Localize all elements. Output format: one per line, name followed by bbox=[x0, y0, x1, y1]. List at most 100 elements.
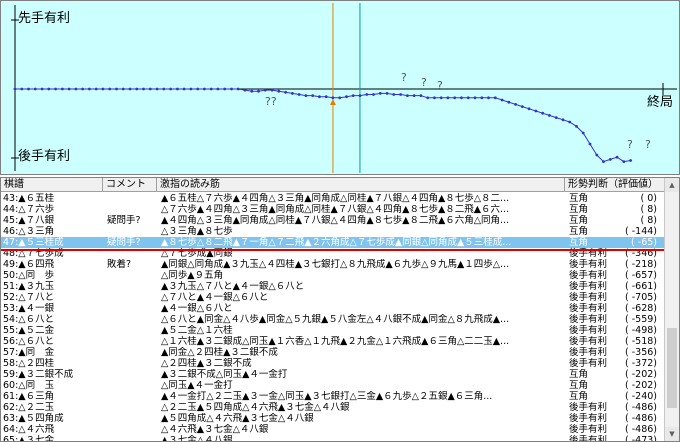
row-judgement: 後手有利 bbox=[569, 413, 608, 424]
row-move: 53:▲４一銀 bbox=[3, 303, 55, 314]
dubious-move-mark: ? bbox=[437, 79, 443, 92]
table-row[interactable]: 47:▲５三桂成 疑問手? ▲８七歩△８二飛▲７一角△７二飛▲２六角成△７七歩成▲同… bbox=[1, 237, 665, 248]
table-row[interactable]: 65:▲３七金 ▲３七金△４八銀 後手有利 ( -473) bbox=[1, 435, 665, 442]
row-move: 47:▲５三桂成 bbox=[3, 237, 64, 248]
row-reading: ▲４一金打△２二玉▲３一金△同玉▲３七銀打△三金▲６九歩△２五銀▲６三角... bbox=[161, 391, 493, 402]
row-judgement: 後手有利 bbox=[569, 314, 608, 325]
current-move-line bbox=[1, 249, 665, 251]
table-row[interactable]: 57:▲同 金 ▲同金△２四桂▲３二銀不成 後手有利 ( -356) bbox=[1, 347, 665, 358]
table-row[interactable]: 55:▲５二金 ▲５二金△１六桂 後手有利 ( -498) bbox=[1, 325, 665, 336]
table-row[interactable]: 53:▲４一銀 ▲４一銀△６八と 後手有利 ( -628) bbox=[1, 303, 665, 314]
evaluation-point bbox=[446, 96, 450, 100]
evaluation-point bbox=[629, 159, 632, 162]
table-row[interactable]: 60:△同 玉 △同玉▲４一金打 互角 ( -202) bbox=[1, 380, 665, 391]
row-value: ( -218) bbox=[625, 259, 657, 270]
row-judgement: 後手有利 bbox=[569, 358, 608, 369]
row-judgement: 互角 bbox=[569, 391, 589, 402]
evaluation-point bbox=[121, 87, 125, 91]
row-comment bbox=[105, 325, 157, 336]
row-value: ( -657) bbox=[625, 270, 657, 281]
evaluation-point bbox=[162, 87, 166, 91]
evaluation-point bbox=[480, 96, 484, 100]
scroll-up-arrow-icon[interactable]: ▲ bbox=[665, 178, 679, 192]
evaluation-point bbox=[128, 87, 132, 91]
evaluation-point bbox=[460, 96, 463, 100]
table-row[interactable]: 52:△７八と △７八と▲４一銀△６八と 後手有利 ( -705) bbox=[1, 292, 665, 303]
evaluation-point bbox=[514, 103, 517, 106]
row-judgement: 後手有利 bbox=[569, 336, 608, 347]
table-row[interactable]: 59:▲３二銀不成 ▲３二銀不成△同玉▲４一金打 互角 ( -202) bbox=[1, 369, 665, 380]
row-value: ( 8) bbox=[640, 204, 657, 215]
row-reading: △７六歩▲４四角△３三角▲同角成△同桂▲７八銀△４四角▲８七歩▲８二飛▲６六..… bbox=[161, 204, 510, 215]
row-move: 65:▲３七金 bbox=[3, 435, 55, 442]
header-comment[interactable]: コメント bbox=[103, 178, 157, 192]
row-comment bbox=[105, 391, 157, 402]
evaluation-point bbox=[169, 87, 173, 91]
evaluation-curve bbox=[15, 88, 631, 163]
evaluation-point bbox=[358, 94, 362, 97]
row-value: ( -486) bbox=[625, 413, 657, 424]
row-value: ( -372) bbox=[625, 358, 657, 369]
table-row[interactable]: 51:▲３九玉 ▲３九玉△７八と▲４一銀△６八と 後手有利 ( -661) bbox=[1, 281, 665, 292]
row-comment bbox=[105, 303, 157, 314]
row-value: ( -661) bbox=[625, 281, 657, 292]
vertical-scrollbar[interactable]: ▲ ▼ bbox=[664, 178, 679, 441]
row-move: 60:△同 玉 bbox=[3, 380, 55, 391]
evaluation-point bbox=[47, 87, 51, 91]
kifu-table[interactable]: 棋譜 コメント 激指の読み筋 形勢判断（評価値） 43:▲６五桂 ▲６五桂△７六歩… bbox=[0, 177, 680, 442]
evaluation-point bbox=[392, 93, 396, 96]
table-row[interactable]: 61:▲６三角 ▲４一金打△２二玉▲３一金△同玉▲３七銀打△三金▲６九歩△２五銀▲… bbox=[1, 391, 665, 402]
graph-label-end: 終局 bbox=[647, 95, 674, 110]
dubious-move-mark: ? bbox=[421, 76, 427, 89]
table-row[interactable]: 62:△２二玉 △２二玉▲５四角成△４六飛▲３七金△４八銀 後手有利 ( -486) bbox=[1, 402, 665, 413]
row-reading: ▲同銀△同角成▲３九玉△４四桂▲３七銀打△８九飛成▲６九歩△９九馬▲１四歩△..… bbox=[161, 259, 510, 270]
row-judgement: 互角 bbox=[569, 193, 589, 204]
evaluation-point bbox=[148, 87, 152, 91]
row-move: 61:▲６三角 bbox=[3, 391, 55, 402]
header-judgement[interactable]: 形勢判断（評価値） bbox=[565, 178, 665, 192]
evaluation-point bbox=[209, 87, 213, 91]
evaluation-point bbox=[622, 160, 626, 164]
table-row[interactable]: 63:▲５四角成 ▲５四角成△４六飛▲３七金△４八銀 後手有利 ( -486) bbox=[1, 413, 665, 424]
table-row[interactable]: 64:△４六飛 △４六飛▲３七金△４八銀 後手有利 ( -486) bbox=[1, 424, 665, 435]
row-comment bbox=[105, 193, 157, 204]
evaluation-point bbox=[270, 88, 274, 92]
evaluation-point bbox=[602, 160, 605, 164]
evaluation-point bbox=[351, 94, 355, 97]
header-kifu[interactable]: 棋譜 bbox=[1, 178, 103, 192]
header-reading[interactable]: 激指の読み筋 bbox=[157, 178, 565, 192]
evaluation-point bbox=[588, 142, 592, 146]
row-move: 58:△２四桂 bbox=[3, 358, 55, 369]
row-move: 57:▲同 金 bbox=[3, 347, 55, 358]
table-row[interactable]: 56:△６八と △１六桂▲３二銀成△同玉▲１六香△１九飛▲２九金△１六飛成▲６三角… bbox=[1, 336, 665, 347]
evaluation-point bbox=[487, 96, 490, 100]
evaluation-graph-canvas[interactable]: ??????? bbox=[1, 1, 679, 174]
row-comment bbox=[105, 424, 157, 435]
table-row[interactable]: 58:△２四桂 △２四桂▲３二銀不成 後手有利 ( -372) bbox=[1, 358, 665, 369]
table-row[interactable]: 45:▲７八銀 疑問手? ▲４四角△３三角▲同角成△同桂▲７八銀△４四角▲８七歩▲８… bbox=[1, 215, 665, 226]
scroll-down-arrow-icon[interactable]: ▼ bbox=[665, 427, 679, 441]
row-move: 50:△同 歩 bbox=[3, 270, 55, 281]
evaluation-point bbox=[453, 96, 457, 100]
table-row[interactable]: 50:△同 歩 △同歩▲９五角 後手有利 ( -657) bbox=[1, 270, 665, 281]
table-row[interactable]: 54:△６八と △６八と▲同金△４八歩▲同金△５九銀▲５八金左△４八銀不成▲同金△… bbox=[1, 314, 665, 325]
table-row[interactable]: 43:▲６五桂 ▲６五桂△７六歩▲４四角△３三角▲同角成△同桂▲７八銀△４四角▲８… bbox=[1, 193, 665, 204]
scrollbar-thumb[interactable] bbox=[667, 328, 677, 408]
row-judgement: 後手有利 bbox=[569, 292, 608, 303]
evaluation-point bbox=[81, 87, 84, 91]
dubious-move-mark: ? bbox=[401, 71, 407, 84]
table-row[interactable]: 49:▲６四飛 敗着? ▲同銀△同角成▲３九玉△４四桂▲３七銀打△８九飛成▲６九歩△… bbox=[1, 259, 665, 270]
evaluation-point bbox=[74, 87, 78, 91]
evaluation-point bbox=[399, 93, 402, 96]
row-value: ( -498) bbox=[625, 325, 657, 336]
evaluation-point bbox=[94, 87, 98, 91]
row-judgement: 後手有利 bbox=[569, 347, 608, 358]
evaluation-point bbox=[61, 87, 64, 91]
row-move: 63:▲５四角成 bbox=[3, 413, 64, 424]
evaluation-point bbox=[372, 93, 375, 96]
current-move-arrow-icon bbox=[329, 99, 336, 105]
evaluation-point bbox=[20, 87, 24, 91]
evaluation-graph[interactable]: ??????? 先手有利 後手有利 終局 bbox=[0, 0, 680, 175]
table-row[interactable]: 44:△７六歩 △７六歩▲４四角△３三角▲同角成△同桂▲７八銀△４四角▲８七歩▲８… bbox=[1, 204, 665, 215]
table-row[interactable]: 46:△３三角 △３三角▲８七歩 互角 ( -144) bbox=[1, 226, 665, 237]
